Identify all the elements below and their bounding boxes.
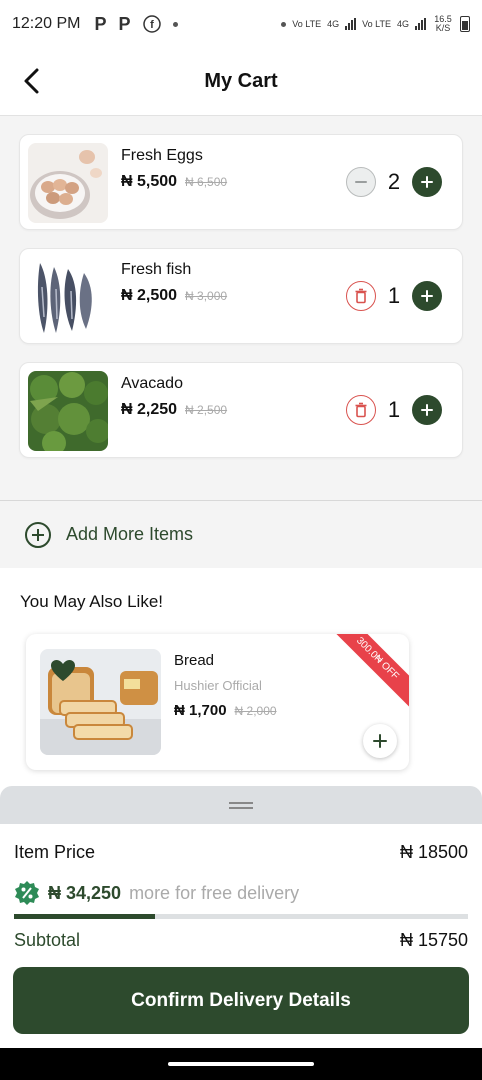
original-price: ₦ 2,000	[234, 704, 277, 718]
cart-item: Fresh Eggs ₦ 5,500 ₦ 6,500 2	[19, 134, 463, 230]
status-right: Vo LTE 4G Vo LTE 4G 16.5 K/S	[281, 15, 470, 33]
battery-icon	[460, 16, 470, 32]
quantity-stepper: 2	[346, 167, 442, 197]
price-row: ₦ 5,500 ₦ 6,500	[121, 173, 227, 191]
plus-icon	[421, 290, 433, 302]
original-price: ₦ 2,500	[185, 403, 228, 417]
subtotal-value: ₦ 15750	[399, 930, 468, 950]
item-price-label: Item Price	[14, 842, 96, 862]
back-arrow-icon	[24, 68, 39, 94]
quantity-stepper: 1	[346, 281, 442, 311]
back-button[interactable]	[14, 64, 48, 98]
increase-quantity-button[interactable]	[412, 395, 442, 425]
quantity-value: 1	[387, 397, 401, 422]
product-name: Bread	[174, 652, 215, 669]
product-image	[28, 257, 108, 337]
svg-text:f: f	[150, 19, 154, 31]
system-nav-bar	[0, 1048, 482, 1080]
status-time: 12:20 PM	[12, 15, 81, 32]
app-notification-icon: P	[94, 13, 107, 34]
item-price-value: ₦ 18500	[399, 842, 468, 862]
product-price: ₦ 5,500	[121, 173, 178, 190]
product-name: Fresh fish	[121, 261, 192, 278]
app-header: My Cart	[0, 48, 482, 116]
seller-name: Hushier Official	[174, 678, 262, 693]
drag-handle-icon	[229, 801, 253, 809]
product-price: ₦ 2,250	[121, 401, 178, 418]
favorite-heart-icon[interactable]	[50, 659, 76, 683]
signal-icon	[415, 18, 426, 30]
item-price-row: Item Price ₦ 18500	[14, 842, 468, 863]
remove-item-button[interactable]	[346, 281, 376, 311]
remove-item-button[interactable]	[346, 395, 376, 425]
network-label: Vo LTE	[362, 19, 391, 29]
quantity-stepper: 1	[346, 395, 442, 425]
minus-icon	[355, 181, 367, 183]
network-label: Vo LTE	[292, 19, 322, 29]
cart-item: Avacado ₦ 2,250 ₦ 2,500 1	[19, 362, 463, 458]
plus-icon	[373, 734, 387, 748]
add-to-cart-button[interactable]	[363, 724, 397, 758]
add-more-label: Add More Items	[66, 524, 194, 544]
free-delivery-progress	[14, 914, 468, 919]
product-name: Avacado	[121, 375, 183, 392]
increase-quantity-button[interactable]	[412, 281, 442, 311]
add-circle-icon	[25, 521, 51, 548]
network-label: 4G	[396, 19, 409, 29]
price-row: ₦ 2,250 ₦ 2,500	[121, 401, 227, 419]
app-notification-icon: P	[118, 13, 131, 34]
signal-icon	[345, 18, 357, 30]
price-row: ₦ 1,700 ₦ 2,000	[174, 702, 277, 719]
original-price: ₦ 6,500	[185, 175, 228, 189]
order-summary-sheet: Item Price ₦ 18500 ₦ 34,250 more for fre…	[0, 786, 482, 1048]
home-indicator[interactable]	[168, 1062, 314, 1066]
status-bar: 12:20 PM P P f Vo LTE 4G Vo LTE 4G 16.5 …	[0, 0, 482, 48]
price-row: ₦ 2,500 ₦ 3,000	[121, 287, 227, 305]
trash-icon	[355, 288, 367, 304]
status-app-icons: P P f	[94, 13, 178, 35]
increase-quantity-button[interactable]	[412, 167, 442, 197]
quantity-value: 2	[387, 169, 401, 194]
original-price: ₦ 3,000	[185, 289, 228, 303]
network-speed: 16.5 K/S	[434, 14, 452, 33]
cart-item: Fresh fish ₦ 2,500 ₦ 3,000 1	[19, 248, 463, 344]
progress-fill	[14, 914, 155, 919]
page-title: My Cart	[204, 70, 278, 92]
plus-icon	[421, 404, 433, 416]
confirm-delivery-button[interactable]: Confirm Delivery Details	[13, 967, 469, 1034]
subtotal-row: Subtotal ₦ 15750	[14, 930, 468, 951]
quantity-value: 1	[387, 283, 401, 308]
trash-icon	[355, 402, 367, 418]
discount-badge-icon	[15, 881, 39, 905]
product-price: ₦ 2,500	[121, 287, 178, 304]
section-title: You May Also Like!	[20, 592, 164, 611]
product-image	[28, 371, 108, 451]
notification-dot-icon	[172, 21, 178, 27]
free-delivery-amount: ₦ 34,250	[48, 882, 122, 903]
product-image	[40, 649, 161, 755]
cart-list: Fresh Eggs ₦ 5,500 ₦ 6,500 2 Fresh fish …	[0, 116, 482, 500]
discount-badge: 300.0₦ OFF	[326, 634, 409, 710]
suggestions-section: You May Also Like! Bread Hushier Officia…	[0, 568, 482, 786]
free-delivery-row: ₦ 34,250 more for free delivery	[14, 880, 299, 906]
sheet-drag-handle[interactable]	[0, 786, 482, 824]
product-image	[28, 143, 108, 223]
suggested-product-card[interactable]: Bread Hushier Official ₦ 1,700 ₦ 2,000 3…	[26, 634, 409, 770]
free-delivery-text: more for free delivery	[129, 882, 300, 903]
subtotal-label: Subtotal	[14, 930, 81, 950]
add-more-items-button[interactable]: Add More Items	[0, 500, 482, 568]
product-name: Fresh Eggs	[121, 147, 203, 164]
facebook-icon: f	[142, 15, 161, 33]
product-price: ₦ 1,700	[174, 702, 227, 719]
decrease-quantity-button[interactable]	[346, 167, 376, 197]
notification-dot-icon	[281, 21, 287, 27]
network-label: 4G	[327, 19, 340, 29]
plus-icon	[421, 176, 433, 188]
